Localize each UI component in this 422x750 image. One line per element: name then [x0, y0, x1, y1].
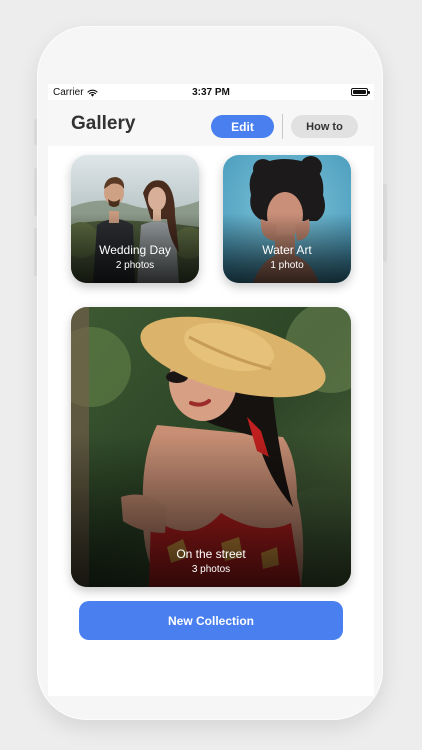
collection-count: 2 photos: [115, 260, 155, 271]
edit-button[interactable]: Edit: [211, 115, 274, 138]
battery-cap: [368, 91, 370, 94]
device-frame: Carrier 3:37 PM Gallery Edit How to Wedd…: [0, 0, 422, 750]
collection-name: On the street: [176, 547, 246, 561]
page-title: Gallery: [71, 113, 136, 134]
collection-count: 1 photo: [270, 260, 304, 271]
app-screen: Carrier 3:37 PM Gallery Edit How to Wedd…: [48, 84, 374, 696]
collection-card-wedding-day[interactable]: Wedding Day 2 photos: [71, 155, 199, 283]
wedding-caption: Wedding Day 2 photos: [71, 243, 199, 271]
street-caption: On the street 3 photos: [71, 547, 351, 575]
nav-divider: [282, 114, 283, 139]
nav-bar: Gallery Edit How to: [48, 100, 374, 146]
battery-icon: [351, 88, 370, 96]
collection-card-water-art[interactable]: Water Art 1 photo: [223, 155, 351, 283]
collection-name: Wedding Day: [99, 243, 171, 257]
power-button: [383, 184, 387, 262]
status-time: 3:37 PM: [192, 87, 230, 98]
new-collection-button[interactable]: New Collection: [79, 601, 343, 640]
collection-name: Water Art: [262, 243, 312, 257]
battery-level: [353, 90, 366, 94]
water-art-caption: Water Art 1 photo: [223, 243, 351, 271]
collection-card-on-the-street[interactable]: On the street 3 photos: [71, 307, 351, 587]
how-to-button[interactable]: How to: [291, 115, 358, 138]
collection-count: 3 photos: [191, 564, 231, 575]
status-bar: Carrier 3:37 PM: [48, 84, 374, 100]
